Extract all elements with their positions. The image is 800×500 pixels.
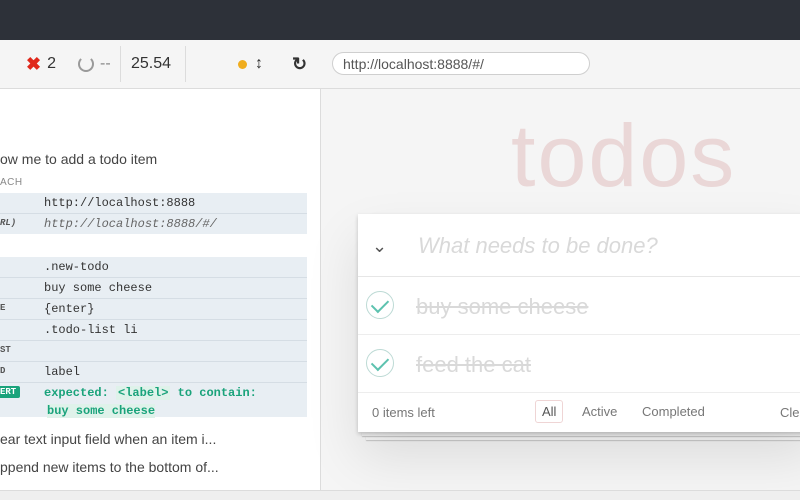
assert-to-contain: to contain: <box>177 386 257 400</box>
test-title[interactable]: ppend new items to the bottom of... <box>0 459 219 475</box>
filter-completed[interactable]: Completed <box>635 400 712 423</box>
duration-stat: 25.54 <box>131 40 171 88</box>
pending-count: -- <box>100 55 111 72</box>
paper-stack <box>366 436 800 440</box>
pending-ring-icon <box>78 56 94 72</box>
reload-button[interactable]: ↻ <box>292 40 307 88</box>
todo-item-label[interactable]: feed the cat <box>416 352 531 378</box>
new-todo-row: ⌄ <box>358 214 800 277</box>
command-message: http://localhost:8888/#/ <box>44 217 217 231</box>
new-todo-input[interactable] <box>416 230 800 262</box>
assert-expected: expected: <box>44 386 109 400</box>
window-titlebar <box>0 0 800 40</box>
command-row[interactable]: buy some cheese <box>0 278 307 299</box>
clear-completed-button[interactable]: Clea <box>780 405 800 420</box>
failed-count: 2 <box>47 55 56 72</box>
command-block-before-each: http://localhost:8888 RL) http://localho… <box>0 193 307 234</box>
command-log-panel: ow me to add a todo item ACH http://loca… <box>0 89 321 500</box>
command-message: http://localhost:8888 <box>44 196 196 210</box>
command-row[interactable]: E {enter} <box>0 299 307 320</box>
window-bottom-edge <box>0 490 800 500</box>
chevron-down-icon[interactable]: ⌄ <box>372 236 387 257</box>
command-row[interactable]: .new-todo <box>0 257 307 278</box>
command-message: .todo-list li <box>44 323 138 337</box>
app-title: todos <box>511 106 737 205</box>
command-row[interactable]: .todo-list li <box>0 320 307 341</box>
command-name: ST <box>0 345 11 355</box>
command-row[interactable]: http://localhost:8888 <box>0 193 307 214</box>
assert-row[interactable]: ERT expected: <label> to contain: buy so… <box>0 383 307 421</box>
scroll-arrows-icon: ↕ <box>255 55 263 72</box>
command-row[interactable]: ST <box>0 341 307 362</box>
url-text: http://localhost:8888/#/ <box>343 55 484 72</box>
toolbar-divider <box>120 46 121 82</box>
items-left-count: 0 items left <box>372 405 435 420</box>
todo-item[interactable]: buy some cheese <box>358 277 800 335</box>
filter-all[interactable]: All <box>535 400 564 423</box>
assert-label-tag: <label> <box>116 386 171 400</box>
command-row[interactable]: RL) http://localhost:8888/#/ <box>0 214 307 234</box>
command-block-test-body: .new-todo buy some cheese E {enter} .tod… <box>0 257 307 418</box>
command-message: buy some cheese <box>44 281 153 295</box>
todo-app-card: ⌄ buy some cheese feed the cat 0 items l… <box>358 214 800 432</box>
checkmark-icon[interactable] <box>366 349 394 377</box>
todo-item[interactable]: feed the cat <box>358 335 800 393</box>
hook-label: ACH <box>0 177 23 188</box>
paper-stack <box>362 432 800 436</box>
test-title[interactable]: ow me to add a todo item <box>0 151 157 167</box>
todo-footer: 0 items left All Active Completed Clea <box>358 392 800 432</box>
status-dot-icon <box>238 59 247 69</box>
command-name: D <box>0 366 6 376</box>
running-indicator[interactable]: ↕ <box>238 40 263 88</box>
filter-active[interactable]: Active <box>575 400 624 423</box>
failed-stat[interactable]: ✖ 2 <box>26 40 56 88</box>
assert-message: expected: <label> to contain: <box>44 386 257 400</box>
assert-badge: ERT <box>0 386 21 398</box>
command-name: E <box>0 303 6 313</box>
toolbar-divider <box>185 46 186 82</box>
assert-value: buy some cheese <box>47 404 156 418</box>
reload-icon: ↻ <box>292 53 308 74</box>
pending-stat[interactable]: -- <box>78 40 111 88</box>
test-title[interactable]: ear text input field when an item i... <box>0 431 216 447</box>
command-message: .new-todo <box>44 260 109 274</box>
fail-x-icon: ✖ <box>26 53 42 74</box>
command-row[interactable]: D label <box>0 362 307 383</box>
app-window: ✖ 2 -- 25.54 ↕ ↻ http://localhost:8888/#… <box>0 0 800 500</box>
url-bar[interactable]: http://localhost:8888/#/ <box>332 52 590 75</box>
todo-item-label[interactable]: buy some cheese <box>416 294 588 320</box>
checkmark-icon[interactable] <box>366 291 394 319</box>
duration-value: 25.54 <box>131 55 172 72</box>
command-message: {enter} <box>44 302 95 316</box>
command-message: label <box>44 365 81 379</box>
command-name: RL) <box>0 218 17 228</box>
